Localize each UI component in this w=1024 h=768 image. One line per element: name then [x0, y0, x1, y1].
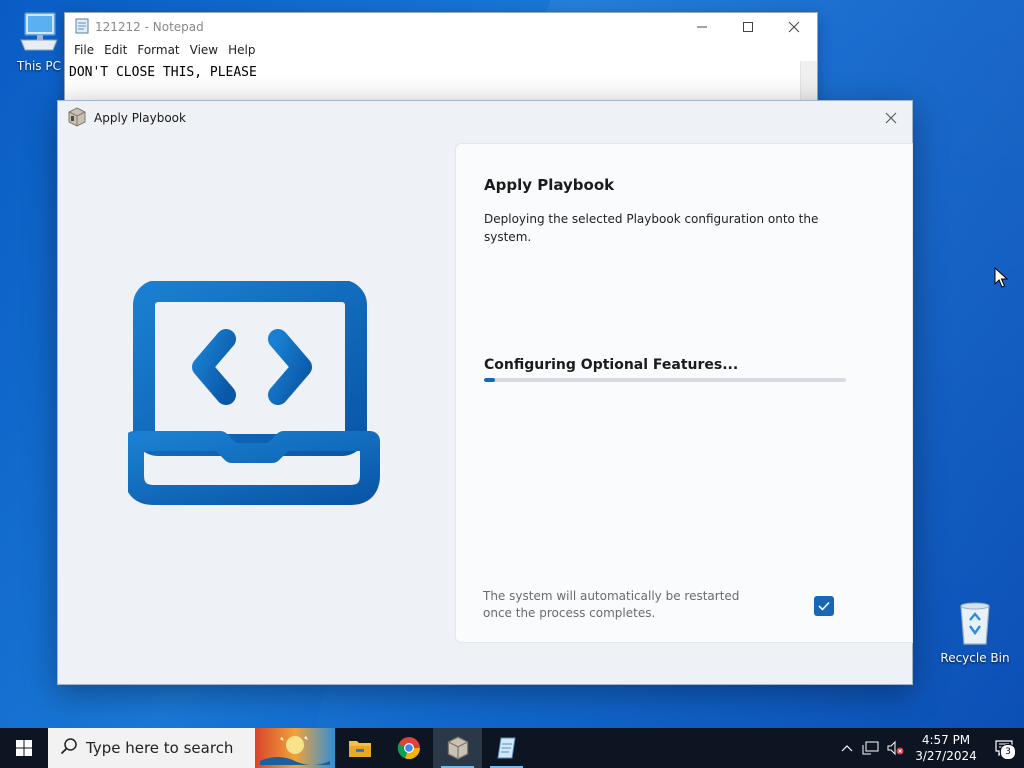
desktop: This PC Recycle Bin 121212 - Notepad Fil… — [0, 0, 1024, 728]
playbook-app-icon — [447, 736, 468, 760]
progress-panel: Apply Playbook Deploying the selected Pl… — [455, 143, 913, 643]
recycle-bin-shortcut[interactable]: Recycle Bin — [937, 600, 1013, 665]
chrome-button[interactable] — [384, 728, 433, 768]
volume-muted-icon[interactable] — [886, 739, 904, 757]
windows-logo-icon — [16, 740, 32, 756]
notepad-taskbar-button[interactable] — [482, 728, 531, 768]
start-button[interactable] — [0, 728, 48, 768]
menu-format[interactable]: Format — [132, 41, 184, 61]
action-center-button[interactable]: 3 — [984, 728, 1024, 768]
this-pc-label: This PC — [17, 59, 61, 73]
clock[interactable]: 4:57 PM 3/27/2024 — [908, 732, 984, 764]
playbook-taskbar-button[interactable] — [433, 728, 482, 768]
menu-view[interactable]: View — [185, 41, 223, 61]
menu-file[interactable]: File — [69, 41, 99, 61]
playbook-app-icon — [67, 106, 87, 130]
notepad-icon — [75, 18, 89, 37]
notepad-menubar: File Edit Format View Help — [65, 41, 817, 61]
chevron-up-icon[interactable] — [838, 739, 856, 757]
status-text: Configuring Optional Features... — [484, 357, 739, 373]
search-icon — [60, 737, 78, 759]
notepad-window[interactable]: 121212 - Notepad File Edit Format View H… — [64, 12, 818, 106]
notepad-scrollbar[interactable] — [800, 61, 817, 105]
clock-time: 4:57 PM — [921, 733, 971, 747]
dialog-title: Apply Playbook — [94, 111, 186, 125]
network-icon[interactable] — [862, 739, 880, 757]
notepad-text-area[interactable]: DON'T CLOSE THIS, PLEASE — [69, 65, 801, 80]
restart-checkbox[interactable] — [814, 596, 834, 616]
close-button[interactable] — [771, 13, 817, 41]
apply-playbook-window[interactable]: Apply Playbook Apply Playbook Deploying … — [57, 100, 913, 685]
taskbar: Type here to search 4:57 PM 3/27/2024 3 — [0, 728, 1024, 768]
notification-count-badge: 3 — [1000, 744, 1016, 760]
maximize-button[interactable] — [725, 13, 771, 41]
progress-fill — [484, 378, 495, 382]
dialog-close-button[interactable] — [870, 103, 912, 133]
checkmark-icon — [818, 601, 830, 611]
laptop-code-icon — [124, 280, 384, 509]
recycle-bin-label: Recycle Bin — [940, 651, 1010, 665]
minimize-button[interactable] — [679, 13, 725, 41]
notepad-icon — [496, 737, 516, 759]
progress-bar — [484, 378, 846, 382]
restart-note: The system will automatically be restart… — [483, 589, 740, 620]
notepad-titlebar[interactable]: 121212 - Notepad — [65, 13, 817, 41]
dialog-titlebar[interactable]: Apply Playbook — [58, 101, 912, 135]
chrome-icon — [397, 737, 420, 760]
panel-description: Deploying the selected Playbook configur… — [484, 212, 819, 244]
file-explorer-icon — [348, 741, 371, 757]
search-placeholder: Type here to search — [86, 739, 234, 757]
news-widget-icon[interactable] — [255, 728, 335, 768]
menu-help[interactable]: Help — [223, 41, 260, 61]
panel-heading: Apply Playbook — [484, 176, 615, 194]
notepad-title: 121212 - Notepad — [95, 20, 204, 34]
recycle-bin-icon — [937, 600, 1013, 649]
menu-edit[interactable]: Edit — [99, 41, 132, 61]
clock-date: 3/27/2024 — [915, 749, 977, 763]
mouse-cursor-icon — [994, 266, 1009, 293]
system-tray — [838, 739, 908, 757]
taskbar-search-box[interactable]: Type here to search — [48, 728, 255, 768]
file-explorer-button[interactable] — [335, 728, 384, 768]
